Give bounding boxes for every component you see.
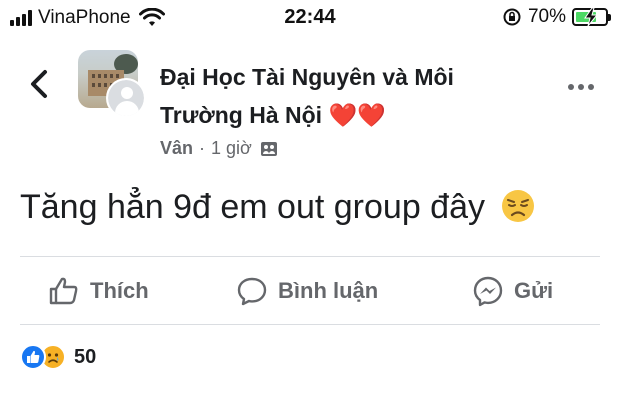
hearts-emoji: ❤️❤️ [328, 102, 386, 128]
divider-top [20, 256, 600, 257]
post-time[interactable]: 1 giờ [211, 138, 252, 159]
group-avatar[interactable] [78, 50, 148, 120]
send-button[interactable]: Gửi [472, 258, 553, 324]
status-bar-right: 70% [502, 6, 611, 28]
comment-label: Bình luận [278, 278, 379, 303]
battery-icon [572, 8, 611, 26]
comment-bubble-icon [237, 277, 267, 306]
author-name[interactable]: Vân [160, 138, 193, 159]
action-bar: Thích Bình luận Gửi [0, 258, 620, 324]
charging-bolt-icon [584, 8, 599, 26]
group-privacy-icon [260, 141, 277, 156]
back-icon[interactable] [24, 66, 54, 102]
more-dots-icon[interactable] [566, 80, 596, 94]
meta-separator: · [199, 138, 206, 158]
like-reaction-icon [20, 344, 46, 370]
author-avatar[interactable] [106, 78, 146, 118]
status-bar: VinaPhone 22:44 70% [0, 0, 620, 36]
battery-percent: 70% [527, 6, 566, 27]
post-meta: Vân · 1 giờ [160, 138, 278, 159]
reaction-count: 50 [74, 345, 97, 368]
like-button[interactable]: Thích [48, 258, 149, 324]
post-content: Tăng hẳn 9đ em out group đây [20, 188, 536, 227]
group-name-link[interactable]: Đại Học Tài Nguyên và Môi Trường Hà Nội … [160, 58, 540, 134]
divider-bottom [20, 324, 600, 325]
disappointed-face-emoji-icon [502, 190, 535, 222]
reaction-summary[interactable]: 50 [20, 344, 96, 370]
rotation-lock-icon [503, 8, 521, 26]
messenger-icon [473, 276, 503, 307]
send-label: Gửi [514, 278, 554, 303]
group-name: Đại Học Tài Nguyên và Môi Trường Hà Nội [160, 64, 454, 128]
like-label: Thích [90, 278, 149, 303]
thumbs-up-icon [49, 277, 78, 305]
comment-button[interactable]: Bình luận [236, 258, 378, 324]
post-text: Tăng hẳn 9đ em out group đây [20, 188, 485, 226]
